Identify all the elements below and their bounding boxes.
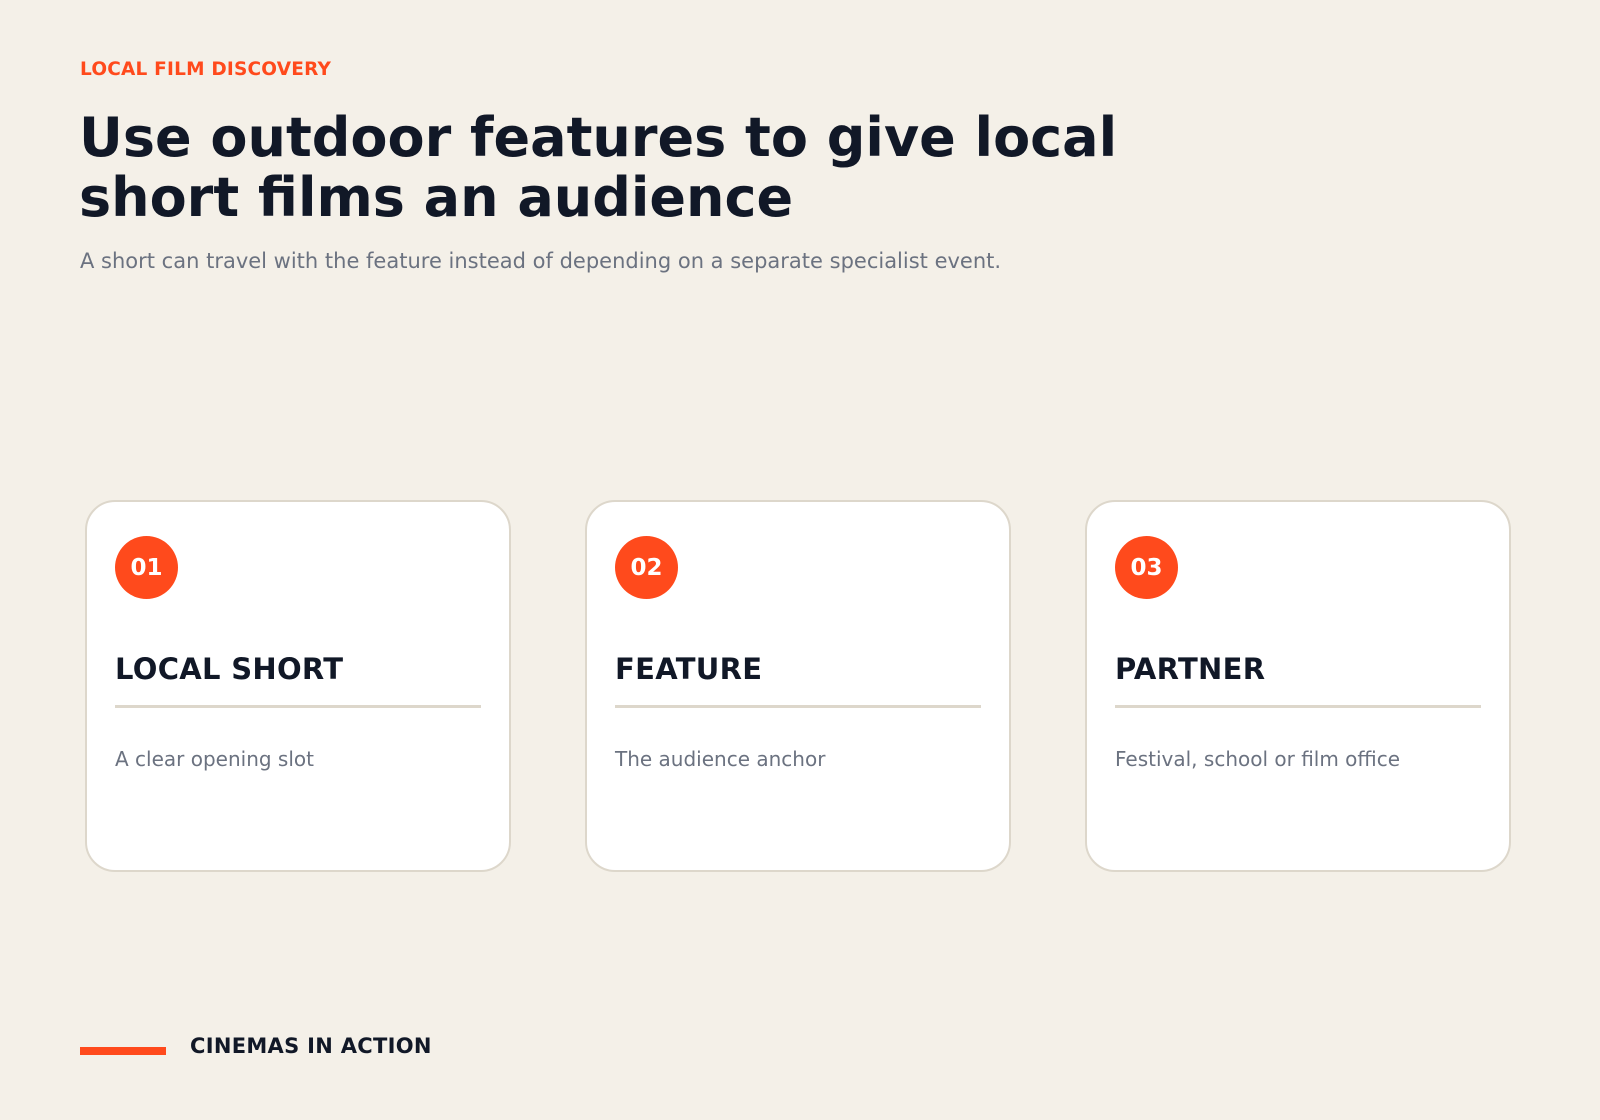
step-number-badge: 03 <box>1115 536 1178 599</box>
card-description: A clear opening slot <box>115 747 314 771</box>
footer-label: CINEMAS IN ACTION <box>190 1034 432 1058</box>
card-divider <box>1115 705 1481 708</box>
card-title: PARTNER <box>1115 652 1266 686</box>
card-partner: 03 PARTNER Festival, school or film offi… <box>1085 500 1511 872</box>
eyebrow-label: LOCAL FILM DISCOVERY <box>80 59 332 80</box>
card-divider <box>615 705 981 708</box>
card-description: The audience anchor <box>615 747 826 771</box>
card-title: FEATURE <box>615 652 763 686</box>
card-description: Festival, school or film office <box>1115 747 1401 771</box>
footer-accent-bar <box>80 1047 166 1055</box>
card-local-short: 01 LOCAL SHORT A clear opening slot <box>85 500 511 872</box>
page-title: Use outdoor features to give local short… <box>79 106 1118 229</box>
page-subtitle: A short can travel with the feature inst… <box>80 249 1002 273</box>
card-divider <box>115 705 481 708</box>
step-number-badge: 01 <box>115 536 178 599</box>
step-number-badge: 02 <box>615 536 678 599</box>
card-title: LOCAL SHORT <box>115 652 344 686</box>
card-feature: 02 FEATURE The audience anchor <box>585 500 1011 872</box>
